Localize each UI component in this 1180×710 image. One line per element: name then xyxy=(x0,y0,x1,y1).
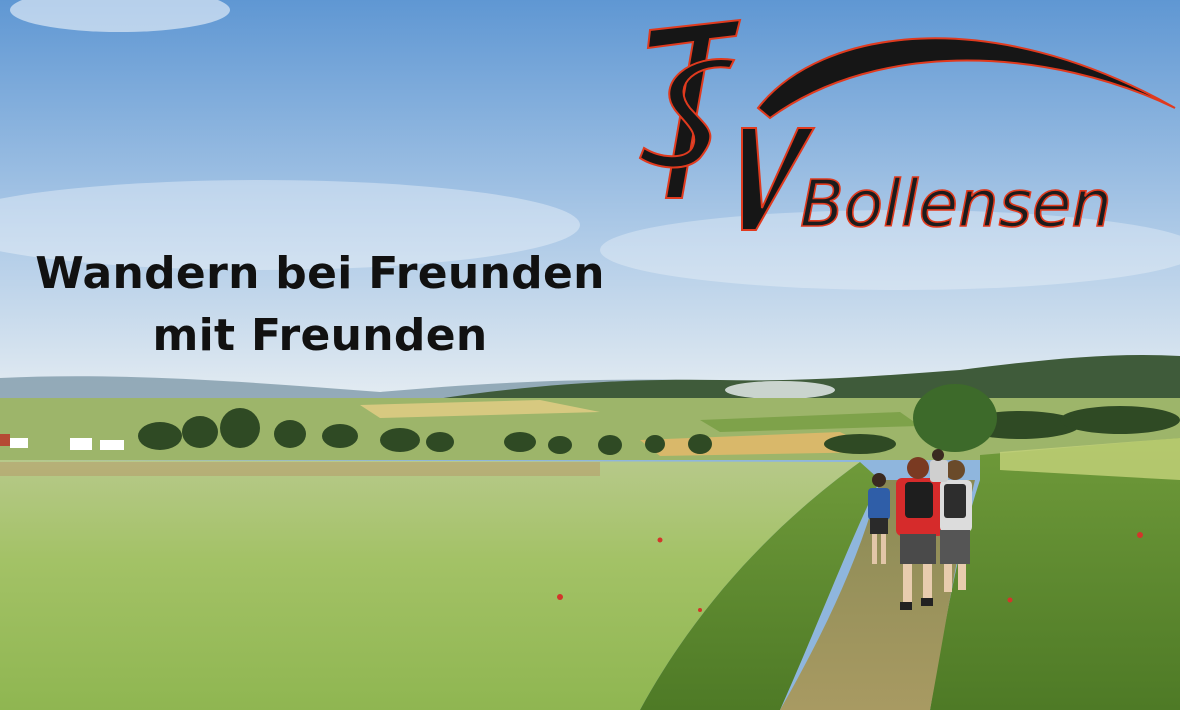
logo-club-name: Bollensen xyxy=(800,168,1112,242)
headline-line-2: mit Freunden xyxy=(152,310,488,361)
roof xyxy=(0,434,10,446)
banner: Wandern bei Freunden mit Freunden Bollen… xyxy=(0,0,1180,710)
logo-letter-t xyxy=(646,18,742,199)
field-edge xyxy=(0,462,600,476)
mist xyxy=(725,381,835,399)
club-logo: Bollensen xyxy=(638,18,1176,243)
tree xyxy=(913,384,997,452)
headline-line-1: Wandern bei Freunden xyxy=(35,248,605,299)
meadow-right xyxy=(930,438,1180,710)
logo-swoosh xyxy=(756,37,1176,120)
